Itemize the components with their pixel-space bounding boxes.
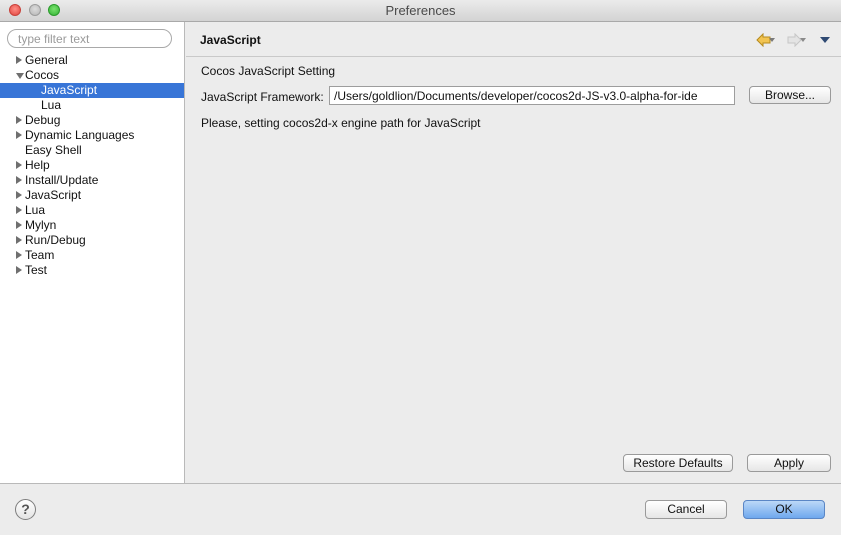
tree-item-label: Lua — [25, 203, 46, 217]
page-title: JavaScript — [200, 33, 261, 47]
tree-item[interactable]: Lua — [0, 98, 184, 113]
tree-item-label: JavaScript — [41, 83, 98, 97]
tree-item[interactable]: Dynamic Languages — [0, 128, 184, 143]
collapsed-arrow-icon[interactable] — [16, 176, 22, 184]
tree-item-label: General — [25, 53, 68, 67]
collapsed-arrow-icon[interactable] — [16, 236, 22, 244]
tree-item[interactable]: Install/Update — [0, 173, 184, 188]
section-label: Cocos JavaScript Setting — [201, 64, 336, 78]
tree-item-label: Run/Debug — [25, 233, 86, 247]
expanded-arrow-icon[interactable] — [16, 73, 24, 79]
title-bar[interactable]: Preferences — [0, 0, 841, 22]
restore-defaults-button[interactable]: Restore Defaults — [623, 454, 733, 472]
forward-arrow-icon[interactable] — [787, 32, 809, 48]
collapsed-arrow-icon[interactable] — [16, 161, 22, 169]
collapsed-arrow-icon[interactable] — [16, 191, 22, 199]
tree-item-label: Mylyn — [25, 218, 57, 232]
tree-item-label: Dynamic Languages — [25, 128, 135, 142]
tree-item[interactable]: Debug — [0, 113, 184, 128]
framework-path-input[interactable] — [329, 86, 735, 105]
tree-item[interactable]: JavaScript — [0, 188, 184, 203]
collapsed-arrow-icon[interactable] — [16, 221, 22, 229]
framework-label: JavaScript Framework: — [201, 90, 324, 104]
filter-input[interactable] — [7, 29, 172, 48]
tree-item-label: Test — [25, 263, 48, 277]
tree-item[interactable]: JavaScript — [0, 83, 184, 98]
ok-button[interactable]: OK — [743, 500, 825, 519]
page-header: JavaScript — [186, 22, 841, 57]
preferences-window: Preferences GeneralCocosJavaScriptLuaDeb… — [0, 0, 841, 535]
tree-item[interactable]: Mylyn — [0, 218, 184, 233]
collapsed-arrow-icon[interactable] — [16, 206, 22, 214]
tree-item-label: Team — [25, 248, 55, 262]
tree-item[interactable]: Lua — [0, 203, 184, 218]
tree-item-label: Lua — [41, 98, 62, 112]
tree-item[interactable]: Cocos — [0, 68, 184, 83]
preferences-sidebar: GeneralCocosJavaScriptLuaDebugDynamic La… — [0, 22, 185, 483]
preference-page: JavaScript Cocos JavaScript Setting Java… — [186, 22, 841, 483]
collapsed-arrow-icon[interactable] — [16, 56, 22, 64]
tree-item-label: Cocos — [25, 68, 60, 82]
tree-item[interactable]: Run/Debug — [0, 233, 184, 248]
view-menu-icon[interactable] — [819, 33, 831, 47]
tree-item-label: Debug — [25, 113, 61, 127]
collapsed-arrow-icon[interactable] — [16, 251, 22, 259]
tree-item-label: Help — [25, 158, 50, 172]
collapsed-arrow-icon[interactable] — [16, 116, 22, 124]
tree-item-label: Easy Shell — [25, 143, 82, 157]
tree-item-label: JavaScript — [25, 188, 82, 202]
browse-button[interactable]: Browse... — [749, 86, 831, 104]
info-message: Please, setting cocos2d-x engine path fo… — [201, 116, 481, 130]
cancel-button[interactable]: Cancel — [645, 500, 727, 519]
tree-item[interactable]: General — [0, 53, 184, 68]
back-arrow-icon[interactable] — [756, 32, 778, 48]
preferences-tree: General Cocos JavaScript Lua Debug Dynamic La… — [0, 53, 184, 278]
help-icon[interactable]: ? — [15, 499, 36, 520]
tree-item[interactable]: Test — [0, 263, 184, 278]
collapsed-arrow-icon[interactable] — [16, 266, 22, 274]
collapsed-arrow-icon[interactable] — [16, 131, 22, 139]
dialog-button-bar: ? Cancel OK — [0, 483, 841, 535]
tree-item-label: Install/Update — [25, 173, 99, 187]
tree-item[interactable]: Easy Shell — [0, 143, 184, 158]
tree-item[interactable]: Help — [0, 158, 184, 173]
window-title: Preferences — [385, 3, 456, 18]
apply-button[interactable]: Apply — [747, 454, 831, 472]
tree-item[interactable]: Team — [0, 248, 184, 263]
